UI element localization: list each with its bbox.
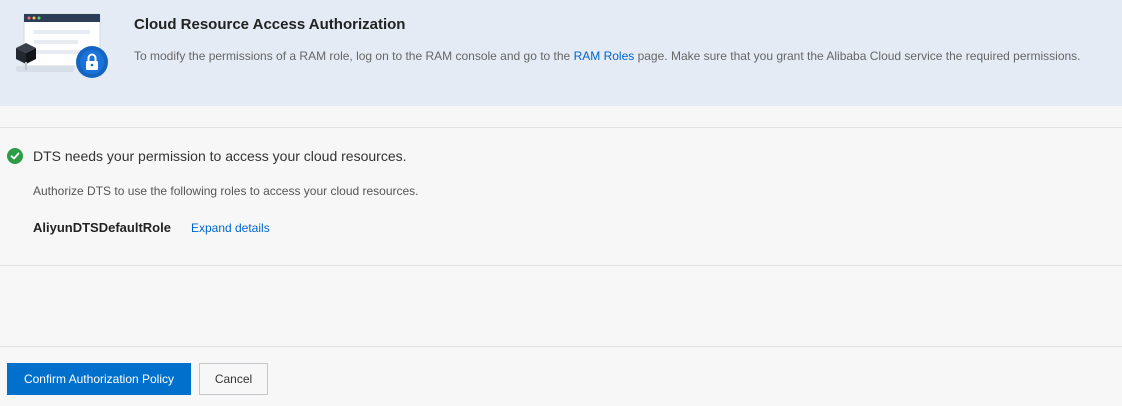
cancel-button[interactable]: Cancel — [199, 363, 268, 395]
check-circle-icon — [7, 148, 23, 164]
instruction-text: Authorize DTS to use the following roles… — [33, 184, 419, 198]
expand-details-link[interactable]: Expand details — [191, 221, 270, 235]
divider — [0, 265, 1122, 266]
status-message: DTS needs your permission to access your… — [33, 148, 407, 164]
role-row: AliyunDTSDefaultRole Expand details — [33, 220, 270, 235]
confirm-authorization-button[interactable]: Confirm Authorization Policy — [7, 363, 191, 395]
cloud-lock-illustration-icon — [16, 13, 108, 78]
divider — [0, 346, 1122, 347]
authorization-page: Cloud Resource Access Authorization To m… — [0, 0, 1122, 406]
page-title: Cloud Resource Access Authorization — [134, 16, 406, 33]
divider — [0, 127, 1122, 128]
header-banner: Cloud Resource Access Authorization To m… — [0, 0, 1122, 106]
permission-status: DTS needs your permission to access your… — [7, 148, 407, 164]
description-suffix: page. Make sure that you grant the Aliba… — [634, 49, 1081, 63]
role-name: AliyunDTSDefaultRole — [33, 220, 171, 235]
ram-roles-link[interactable]: RAM Roles — [574, 49, 635, 63]
description-prefix: To modify the permissions of a RAM role,… — [134, 49, 574, 63]
banner-description: To modify the permissions of a RAM role,… — [134, 49, 1081, 63]
